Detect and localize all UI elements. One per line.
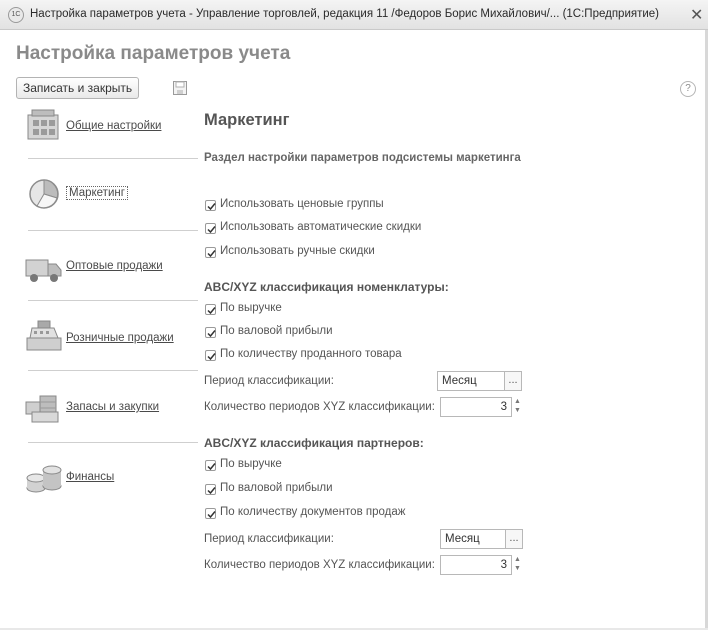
nav-separator [28, 230, 198, 231]
nomenclature-period-input[interactable]: Месяц [437, 371, 505, 391]
nav-label-finance[interactable]: Финансы [66, 471, 114, 483]
nav-separator [28, 442, 198, 443]
close-icon[interactable]: ✕ [690, 5, 703, 25]
nav-label-stock-purchases[interactable]: Запасы и закупки [66, 401, 159, 413]
nomenclature-period-select-button[interactable]: ... [505, 371, 522, 391]
partners-periods-count-input[interactable]: 3 [440, 555, 512, 575]
window-title: Настройка параметров учета - Управление … [30, 8, 660, 20]
checkbox-label: По выручке [220, 458, 282, 470]
nav-label-wholesale[interactable]: Оптовые продажи [66, 260, 163, 272]
nomenclature-periods-count-input[interactable]: 3 [440, 397, 512, 417]
truck-icon [25, 259, 62, 282]
checkbox-label: По количеству документов продаж [220, 506, 406, 518]
checkbox-box[interactable] [205, 350, 216, 361]
nav-label-marketing[interactable]: Маркетинг [66, 186, 128, 200]
save-and-close-button[interactable]: Записать и закрыть [16, 77, 140, 99]
form-title: Настройка параметров учета [16, 43, 291, 64]
spin-up-icon[interactable]: ▲ [512, 555, 523, 564]
nav-label-retail[interactable]: Розничные продажи [66, 332, 174, 344]
partners-periods-count-spinner[interactable]: ▲ ▼ [512, 555, 523, 575]
checkbox-box[interactable] [205, 247, 216, 258]
partners-period-input[interactable]: Месяц [440, 529, 506, 549]
nav-separator [28, 370, 198, 371]
checkbox-label: Использовать ручные скидки [220, 245, 375, 257]
coins-icon [26, 465, 62, 493]
nomenclature-group-title: ABC/XYZ классификация номенклатуры: [204, 280, 449, 294]
spin-down-icon[interactable]: ▼ [512, 406, 523, 415]
marketing-icon [29, 179, 59, 209]
checkbox-box[interactable] [205, 484, 216, 495]
checkbox-box[interactable] [205, 327, 216, 338]
save-icon[interactable] [173, 81, 187, 95]
checkbox-label: Использовать автоматические скидки [220, 221, 422, 233]
partners-group-title: ABC/XYZ классификация партнеров: [204, 436, 424, 450]
section-subtitle: Раздел настройки параметров подсистемы м… [204, 152, 521, 164]
checkbox-label: По выручке [220, 302, 282, 314]
nav-label-general-settings[interactable]: Общие настройки [66, 120, 161, 132]
nomenclature-period-label: Период классификации: [204, 375, 334, 387]
nomenclature-periods-count-spinner[interactable]: ▲ ▼ [512, 397, 523, 417]
spin-down-icon[interactable]: ▼ [512, 564, 523, 573]
checkbox-box[interactable] [205, 200, 216, 211]
partners-periods-count-label: Количество периодов XYZ классификации: [204, 559, 435, 571]
section-title: Маркетинг [204, 111, 290, 129]
app-logo-icon: 1С [8, 7, 24, 23]
spin-up-icon[interactable]: ▲ [512, 397, 523, 406]
partners-period-label: Период классификации: [204, 533, 334, 545]
checkbox-label: По валовой прибыли [220, 325, 333, 337]
warehouse-icon [25, 395, 59, 423]
checkbox-box[interactable] [205, 508, 216, 519]
checkbox-box[interactable] [205, 304, 216, 315]
checkbox-box[interactable] [205, 223, 216, 234]
partners-period-select-button[interactable]: ... [506, 529, 523, 549]
general-settings-icon [27, 109, 59, 140]
cash-register-icon [26, 320, 62, 351]
checkbox-label: Использовать ценовые группы [220, 198, 384, 210]
checkbox-label: По валовой прибыли [220, 482, 333, 494]
checkbox-label: По количеству проданного товара [220, 348, 402, 360]
nomenclature-periods-count-label: Количество периодов XYZ классификации: [204, 401, 435, 413]
checkbox-box[interactable] [205, 460, 216, 471]
nav-separator [28, 158, 198, 159]
help-icon[interactable]: ? [680, 81, 696, 97]
nav-separator [28, 300, 198, 301]
